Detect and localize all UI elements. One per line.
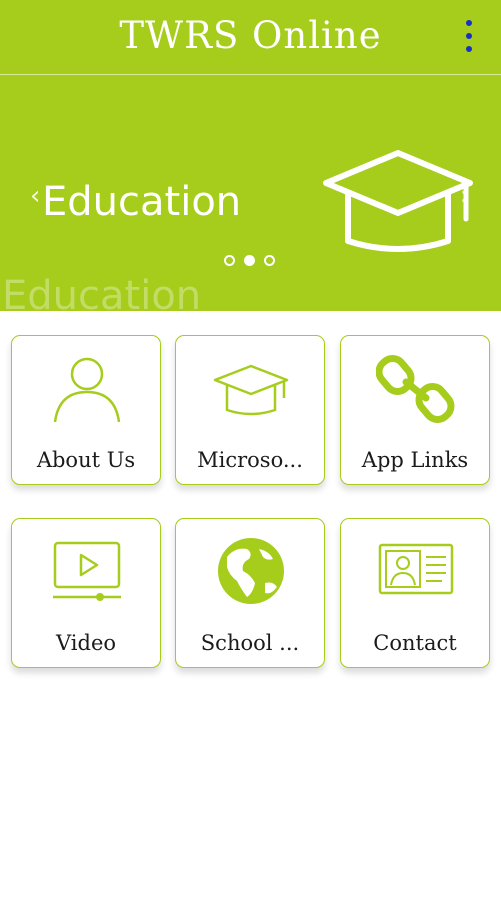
tile-label: School ... — [200, 631, 300, 655]
tile-label: About Us — [36, 448, 136, 472]
slide-dot-2[interactable] — [244, 255, 255, 266]
chain-link-icon — [376, 355, 455, 423]
app-header: TWRS Online — [0, 0, 501, 75]
tile-app-links[interactable]: App Links — [340, 335, 490, 485]
hero-ghost-title: Education — [2, 273, 202, 311]
tile-microsoft[interactable]: Microso... — [175, 335, 325, 485]
graduation-cap-icon — [213, 364, 289, 416]
hero-carousel[interactable]: ‹ Education › Education — [0, 75, 501, 311]
next-slide-arrow[interactable]: › — [460, 181, 470, 211]
slide-dot-3[interactable] — [264, 255, 275, 266]
tile-label: Contact — [373, 631, 457, 655]
tile-about-us[interactable]: About Us — [11, 335, 161, 485]
tile-label: Microso... — [197, 448, 303, 472]
graduation-cap-icon — [323, 150, 473, 252]
video-player-icon — [53, 541, 121, 601]
menu-grid: About Us Microso... App Links Video Scho… — [0, 311, 501, 711]
more-vertical-icon[interactable] — [456, 18, 482, 54]
globe-icon — [218, 538, 284, 604]
prev-slide-arrow[interactable]: ‹ — [30, 181, 40, 211]
tile-video[interactable]: Video — [11, 518, 161, 668]
contact-card-icon — [378, 543, 454, 595]
tile-label: App Links — [361, 448, 469, 472]
tile-contact[interactable]: Contact — [340, 518, 490, 668]
app-title: TWRS Online — [119, 14, 382, 57]
person-icon — [53, 357, 121, 423]
tile-school[interactable]: School ... — [175, 518, 325, 668]
tile-label: Video — [55, 631, 117, 655]
hero-title: Education — [42, 179, 242, 225]
slide-dot-1[interactable] — [224, 255, 235, 266]
slide-indicator — [222, 252, 282, 272]
